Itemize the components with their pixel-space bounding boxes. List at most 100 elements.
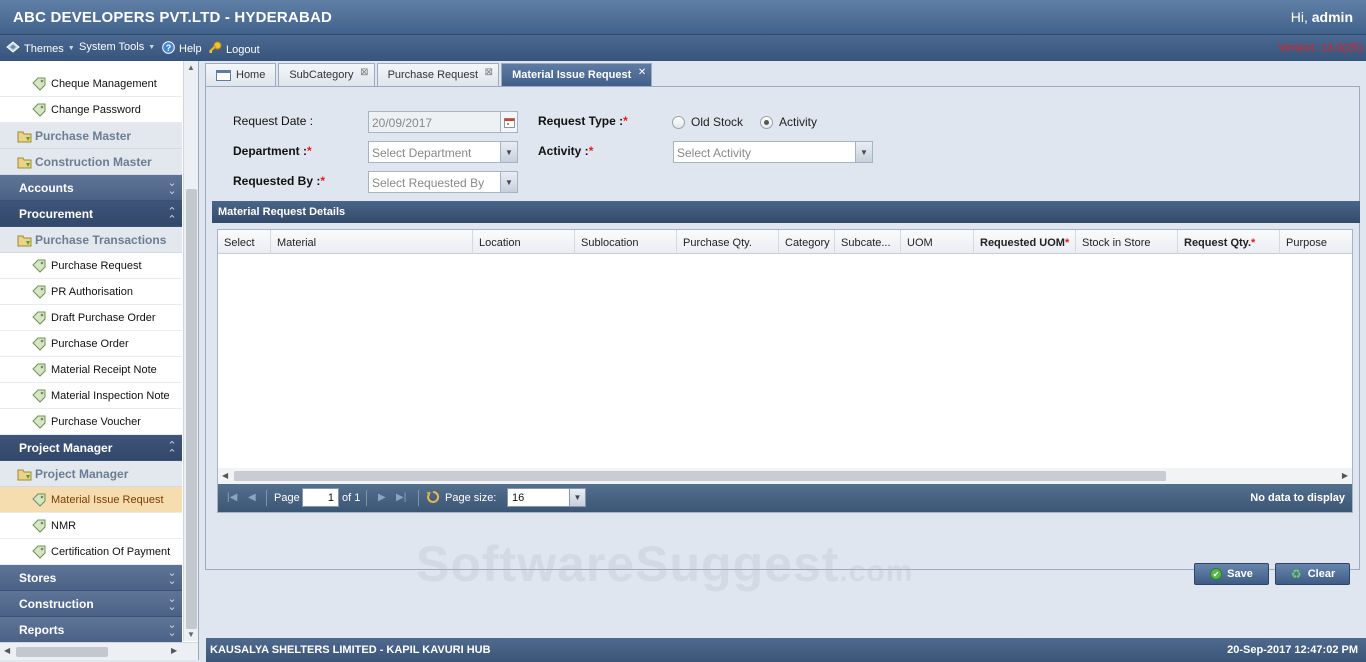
prev-page-icon[interactable]: ◀ bbox=[248, 492, 256, 503]
grid-pager: |◀ ◀ Page 1 of 1 ▶ ▶| Page size: 16 ▼ No… bbox=[218, 484, 1352, 512]
department-select[interactable]: Select Department ▼ bbox=[368, 141, 518, 163]
page-size-label: Page size: bbox=[445, 492, 497, 504]
sidebar-item-purchase-order[interactable]: Purchase Order bbox=[0, 331, 182, 357]
scroll-right-icon[interactable]: ▶ bbox=[1342, 471, 1348, 480]
close-icon[interactable]: ⊠ bbox=[485, 67, 493, 78]
sidebar-vertical-scrollbar[interactable]: ▲ ▼ bbox=[183, 61, 198, 641]
col-location[interactable]: Location bbox=[473, 230, 575, 254]
tag-icon bbox=[32, 311, 47, 325]
page-count: of 1 bbox=[342, 492, 361, 504]
next-page-icon[interactable]: ▶ bbox=[378, 492, 386, 503]
tab-purchase-request[interactable]: Purchase Request ⊠ bbox=[376, 63, 500, 86]
scroll-thumb[interactable] bbox=[186, 189, 197, 629]
col-sublocation[interactable]: Sublocation bbox=[575, 230, 677, 254]
grid-title: Material Request Details bbox=[212, 201, 1360, 223]
logout-menu[interactable]: Logout bbox=[208, 41, 260, 58]
calendar-icon[interactable] bbox=[500, 112, 517, 132]
sidebar-item-material-receipt-note[interactable]: Material Receipt Note bbox=[0, 357, 182, 383]
scroll-thumb[interactable] bbox=[234, 471, 1166, 481]
request-date-field[interactable]: 20/09/2017 bbox=[368, 111, 518, 133]
chevron-double-up-icon: ⌃ ⌃ bbox=[167, 440, 177, 460]
radio-old-stock[interactable]: Old Stock bbox=[672, 115, 743, 129]
col-select[interactable]: Select bbox=[218, 230, 271, 254]
tab-material-issue-request[interactable]: Material Issue Request ✕ bbox=[501, 63, 653, 86]
status-footer: KAUSALYA SHELTERS LIMITED - KAPIL KAVURI… bbox=[206, 638, 1366, 662]
activity-select[interactable]: Select Activity ▼ bbox=[673, 141, 873, 163]
close-icon[interactable]: ✕ bbox=[638, 67, 646, 78]
menu-bar: Themes ▼ System Tools ▼ ? Help Logout Vers… bbox=[0, 35, 1366, 61]
tag-icon bbox=[32, 77, 47, 91]
col-request-qty[interactable]: Request Qty.* bbox=[1178, 230, 1280, 254]
sidebar-category-stores[interactable]: Stores ⌄ ⌄ bbox=[0, 565, 182, 591]
system-tools-menu[interactable]: System Tools ▼ bbox=[79, 41, 155, 53]
col-uom[interactable]: UOM bbox=[901, 230, 974, 254]
col-purpose[interactable]: Purpose bbox=[1280, 230, 1352, 254]
scroll-thumb[interactable] bbox=[16, 647, 108, 657]
refresh-icon[interactable] bbox=[426, 490, 440, 507]
sidebar-category-procurement[interactable]: Procurement ⌃ ⌃ bbox=[0, 201, 182, 227]
col-category[interactable]: Category bbox=[779, 230, 835, 254]
footer-company: KAUSALYA SHELTERS LIMITED - KAPIL KAVURI… bbox=[210, 644, 491, 656]
sidebar-item-change-password[interactable]: Change Password bbox=[0, 97, 182, 123]
material-issue-request-panel: Request Date : 20/09/2017 Department :* … bbox=[205, 86, 1360, 592]
tag-icon bbox=[32, 415, 47, 429]
department-label: Department :* bbox=[233, 144, 312, 158]
chevron-double-down-icon: ⌄ ⌄ bbox=[167, 619, 177, 639]
requested-by-select[interactable]: Select Requested By ▼ bbox=[368, 171, 518, 193]
sidebar-item-purchase-voucher[interactable]: Purchase Voucher bbox=[0, 409, 182, 435]
chevron-down-icon[interactable]: ▼ bbox=[569, 489, 585, 506]
save-button[interactable]: ✔ Save bbox=[1194, 563, 1269, 585]
scroll-right-icon[interactable]: ▶ bbox=[171, 646, 177, 655]
app-header: ABC DEVELOPERS PVT.LTD - HYDERABAD Hi, a… bbox=[0, 0, 1366, 35]
sidebar-category-reports[interactable]: Reports ⌄ ⌄ bbox=[0, 617, 182, 643]
sidebar-item-certification-of-payment[interactable]: Certification Of Payment bbox=[0, 539, 182, 565]
col-purchase-qty[interactable]: Purchase Qty. bbox=[677, 230, 779, 254]
clear-button[interactable]: ♻ Clear bbox=[1275, 563, 1350, 585]
radio-button-selected[interactable] bbox=[760, 115, 773, 129]
sidebar-item-material-inspection-note[interactable]: Material Inspection Note bbox=[0, 383, 182, 409]
page-size-select[interactable]: 16 ▼ bbox=[507, 488, 586, 507]
col-stock-in-store[interactable]: Stock in Store bbox=[1076, 230, 1178, 254]
col-subcategory[interactable]: Subcate... bbox=[835, 230, 901, 254]
chevron-down-icon: ▼ bbox=[67, 45, 75, 52]
chevron-down-icon[interactable]: ▼ bbox=[500, 142, 517, 162]
sidebar-item-pr-authorisation[interactable]: PR Authorisation bbox=[0, 279, 182, 305]
sidebar-item-nmr[interactable]: NMR bbox=[0, 513, 182, 539]
scroll-up-icon[interactable]: ▲ bbox=[187, 63, 195, 72]
help-menu[interactable]: ? Help bbox=[162, 41, 202, 57]
themes-menu[interactable]: Themes ▼ bbox=[6, 41, 75, 56]
sidebar-item-material-issue-request[interactable]: Material Issue Request bbox=[0, 487, 182, 513]
radio-button[interactable] bbox=[672, 115, 685, 129]
close-icon[interactable]: ⊠ bbox=[360, 67, 368, 78]
sidebar-horizontal-scrollbar[interactable]: ◀ ▶ bbox=[0, 642, 198, 660]
sidebar-category-project-manager[interactable]: Project Manager ⌃ ⌃ bbox=[0, 435, 182, 461]
sidebar-item-cheque-management[interactable]: Cheque Management bbox=[0, 71, 182, 97]
sidebar-category-accounts[interactable]: Accounts ⌄ ⌄ bbox=[0, 175, 182, 201]
radio-activity[interactable]: Activity bbox=[760, 115, 817, 129]
last-page-icon[interactable]: ▶| bbox=[396, 492, 406, 503]
tab-home[interactable]: Home bbox=[205, 63, 277, 86]
tab-subcategory[interactable]: SubCategory ⊠ bbox=[278, 63, 375, 86]
footer-datetime: 20-Sep-2017 12:47:02 PM bbox=[1227, 644, 1358, 656]
grid-horizontal-scrollbar[interactable]: ◀ ▶ bbox=[218, 468, 1352, 484]
scroll-left-icon[interactable]: ◀ bbox=[4, 646, 10, 655]
sidebar-group-purchase-transactions[interactable]: Purchase Transactions bbox=[0, 227, 182, 253]
grid-header: Select Material Location Sublocation Pur… bbox=[218, 230, 1352, 254]
version-label: Version: 13.0(25) bbox=[1278, 42, 1362, 54]
sidebar-item-draft-purchase-order[interactable]: Draft Purchase Order bbox=[0, 305, 182, 331]
col-material[interactable]: Material bbox=[271, 230, 473, 254]
sidebar-group-purchase-master[interactable]: Purchase Master bbox=[0, 123, 182, 149]
chevron-down-icon[interactable]: ▼ bbox=[855, 142, 872, 162]
sidebar-category-construction[interactable]: Construction ⌄ ⌄ bbox=[0, 591, 182, 617]
first-page-icon[interactable]: |◀ bbox=[227, 492, 237, 503]
sidebar-group-construction-master[interactable]: Construction Master bbox=[0, 149, 182, 175]
sidebar-item-purchase-request[interactable]: Purchase Request bbox=[0, 253, 182, 279]
chevron-down-icon[interactable]: ▼ bbox=[500, 172, 517, 192]
sidebar-group-project-manager[interactable]: Project Manager bbox=[0, 461, 182, 487]
tag-icon bbox=[32, 61, 47, 62]
col-requested-uom[interactable]: Requested UOM* bbox=[974, 230, 1076, 254]
scroll-left-icon[interactable]: ◀ bbox=[222, 471, 228, 480]
page-number-input[interactable]: 1 bbox=[302, 488, 339, 507]
sidebar-nav: Cheque Management Change Password Purcha… bbox=[0, 61, 199, 660]
scroll-down-icon[interactable]: ▼ bbox=[187, 630, 195, 639]
